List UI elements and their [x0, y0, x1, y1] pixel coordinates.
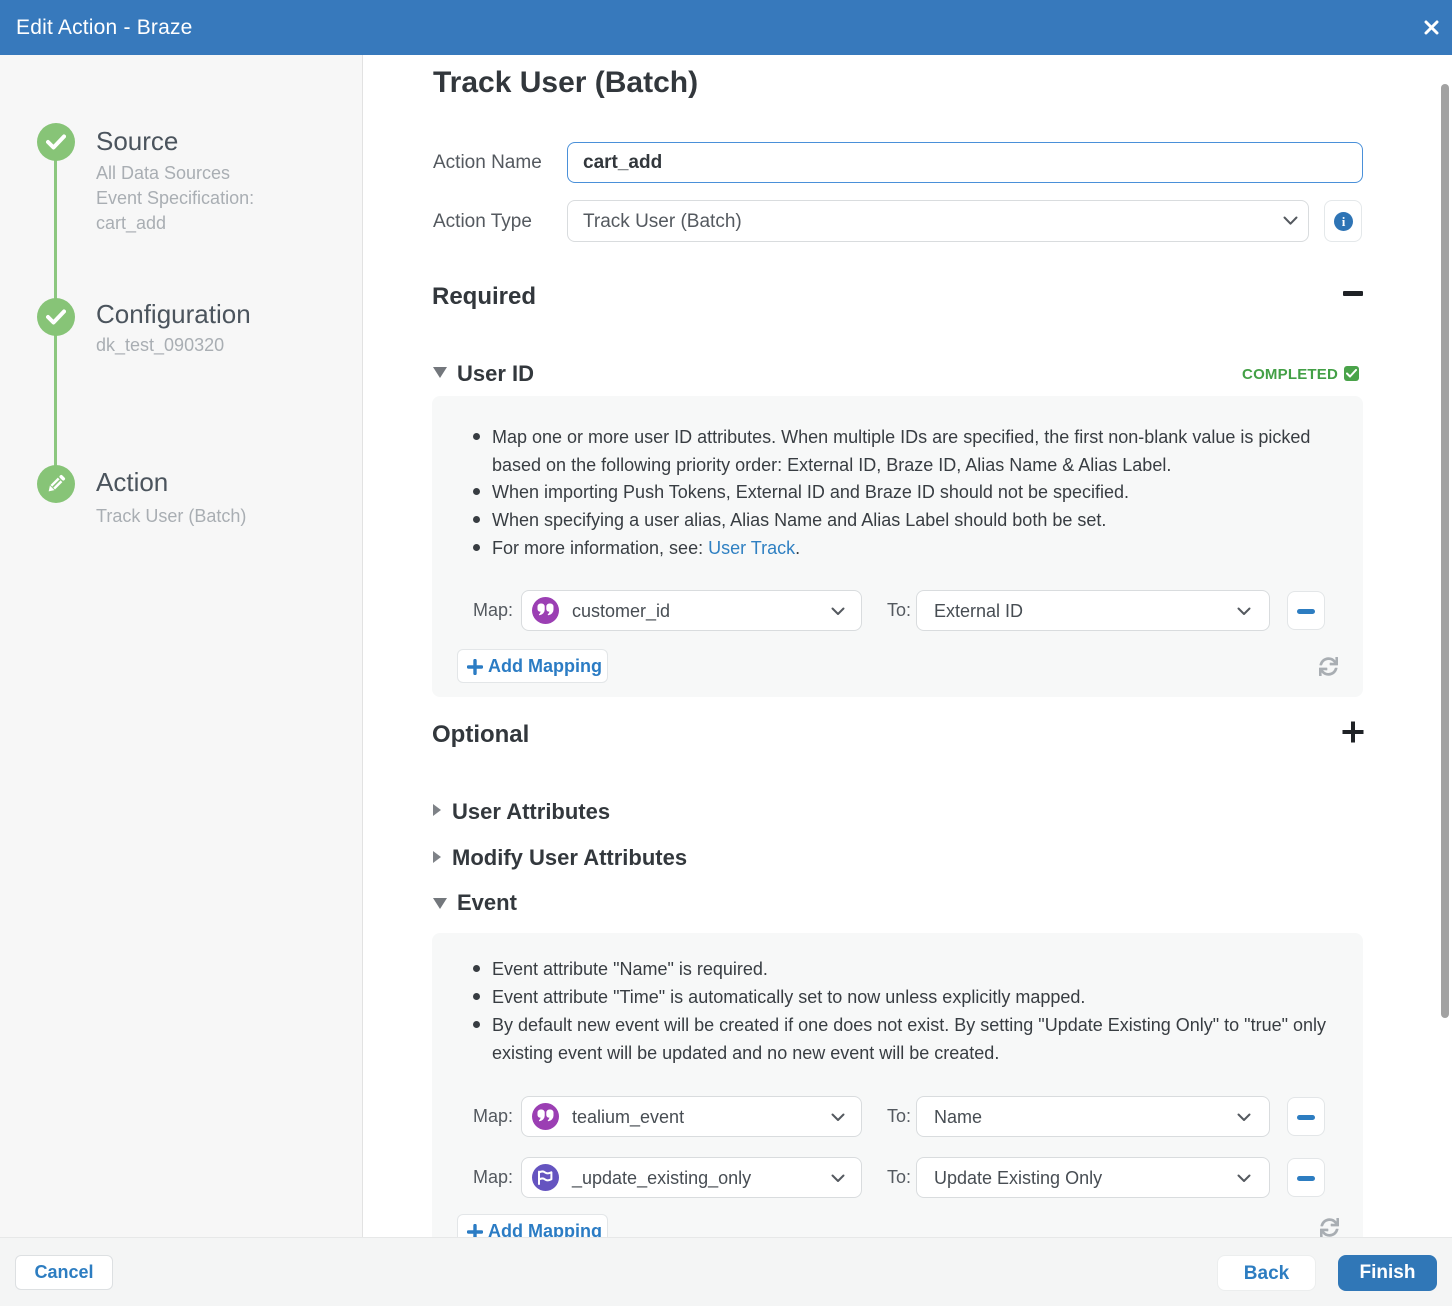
- svg-text:i: i: [1342, 214, 1346, 229]
